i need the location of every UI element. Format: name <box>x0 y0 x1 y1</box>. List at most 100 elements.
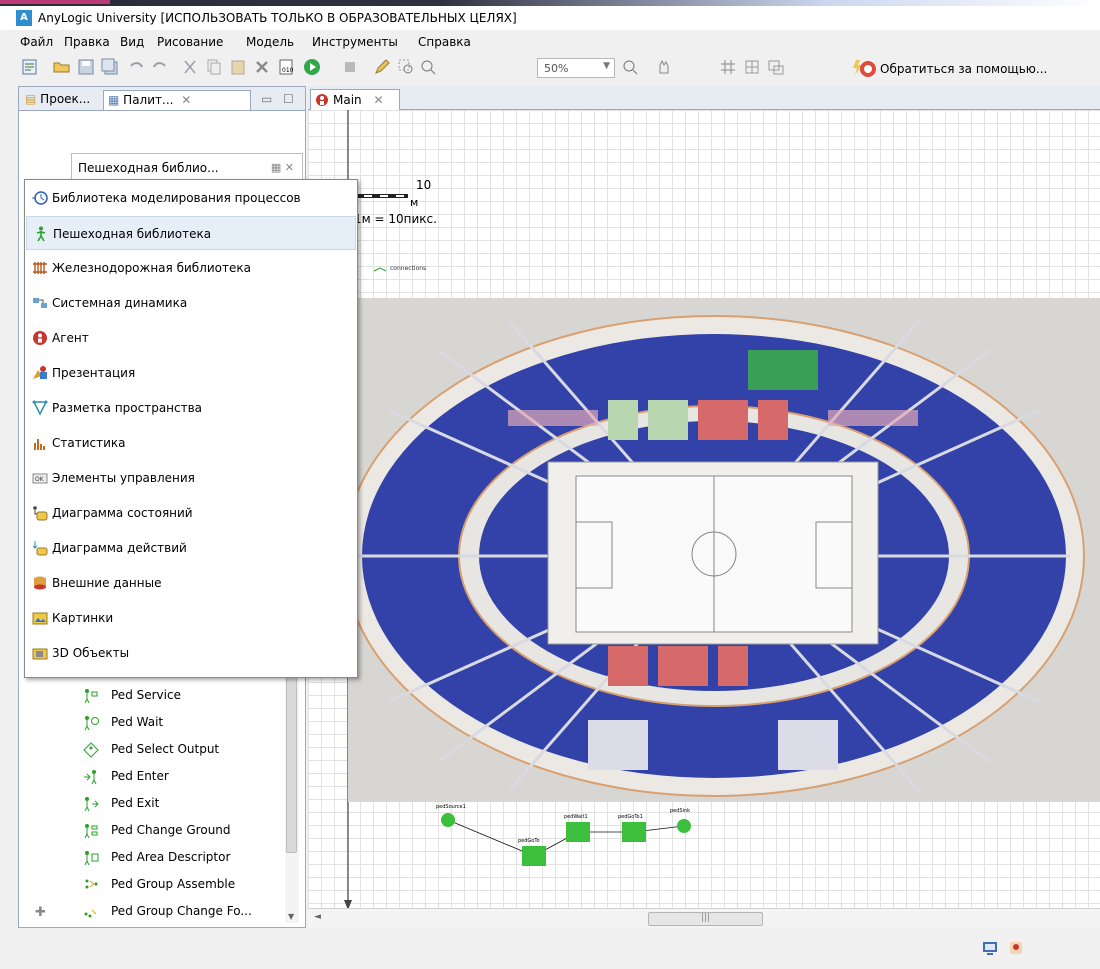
title-accent <box>0 0 110 4</box>
model-canvas[interactable]: connections pedSource1 pedGoTo pedWait1 … <box>308 110 1100 908</box>
save-icon[interactable] <box>76 57 96 77</box>
canvas-drawing: connections pedSource1 pedGoTo pedWait1 … <box>343 110 1100 908</box>
menu-model[interactable]: Модель <box>246 35 294 49</box>
palette-scroll-thumb[interactable] <box>286 673 297 853</box>
close-icon[interactable]: ✕ <box>181 93 191 107</box>
menu-draw[interactable]: Рисование <box>157 35 223 49</box>
palette-item-label: Ped Group Assemble <box>111 877 236 891</box>
scroll-down-icon[interactable]: ▼ <box>288 912 294 921</box>
ped-change-ground-icon <box>84 824 98 839</box>
menu-item-action-chart[interactable]: Диаграмма действий <box>26 531 356 565</box>
ped-service-icon <box>84 689 98 704</box>
menu-item-agent[interactable]: Агент <box>26 321 356 355</box>
run-icon[interactable] <box>302 57 322 77</box>
agent-status-icon[interactable] <box>1008 940 1024 956</box>
open-icon[interactable] <box>52 57 72 77</box>
layers-icon[interactable] <box>742 57 762 77</box>
undo-icon[interactable] <box>126 57 146 77</box>
menu-item-3d-objects[interactable]: 3D Объекты <box>26 636 356 670</box>
system-dynamics-icon <box>33 298 47 308</box>
window-layout-icon[interactable] <box>766 57 786 77</box>
menu-view[interactable]: Вид <box>120 35 144 49</box>
grid-icon[interactable] <box>718 57 738 77</box>
node-label: pedGoTo <box>518 838 540 844</box>
menu-item-pictures[interactable]: Картинки <box>26 601 356 635</box>
palette-view-close-icons[interactable]: ▦ ✕ <box>271 161 294 174</box>
menu-item-space-markup[interactable]: Разметка пространства <box>26 391 356 425</box>
menu-tools[interactable]: Инструменты <box>312 35 398 49</box>
console-icon[interactable] <box>982 940 998 956</box>
menu-item-statistics[interactable]: Статистика <box>26 426 356 460</box>
controls-icon: OK <box>32 473 48 484</box>
editor-area: Main ✕ connections pedSource1 pedGoTo pe… <box>308 86 1100 928</box>
anylogic-logo-icon: A <box>16 10 32 26</box>
delete-icon[interactable] <box>252 57 272 77</box>
copy-icon[interactable] <box>204 57 224 77</box>
canvas-scroll-thumb[interactable]: ||| <box>648 912 763 926</box>
zoom-in-icon[interactable] <box>620 57 640 77</box>
chevron-down-icon: ▼ <box>603 61 610 71</box>
menu-item-label: Диаграмма состояний <box>52 506 193 520</box>
close-icon[interactable]: ✕ <box>373 93 383 107</box>
build-icon[interactable]: 010 <box>276 57 296 77</box>
menu-item-pedestrian-library[interactable]: Пешеходная библиотека <box>26 216 356 250</box>
minimize-icon[interactable]: ▭ <box>257 90 276 110</box>
menu-help[interactable]: Справка <box>418 35 471 49</box>
stop-icon[interactable] <box>340 57 360 77</box>
connections-label[interactable]: connections <box>390 265 426 272</box>
ped-area-descriptor-icon <box>84 851 99 866</box>
new-model-icon[interactable] <box>20 57 40 77</box>
save-all-icon[interactable] <box>100 57 120 77</box>
3d-objects-icon <box>32 648 48 660</box>
menu-item-label: Диаграмма действий <box>52 541 187 555</box>
menu-item-process-library[interactable]: Библиотека моделирования процессов <box>26 181 356 215</box>
node-label: pedSink <box>670 808 690 814</box>
tab-palette[interactable]: ▦ Палит... ✕ <box>103 90 251 110</box>
menu-item-statechart[interactable]: Диаграмма состояний <box>26 496 356 530</box>
external-data-icon <box>34 576 46 590</box>
scroll-left-icon[interactable]: ◄ <box>314 912 321 922</box>
pedestrian-icon <box>36 226 46 242</box>
menu-item-controls[interactable]: OK Элементы управления <box>26 461 356 495</box>
menu-item-rail-library[interactable]: Железнодорожная библиотека <box>26 251 356 285</box>
lifebuoy-icon <box>860 61 876 77</box>
menu-item-presentation[interactable]: Презентация <box>26 356 356 390</box>
rail-icon <box>33 262 47 274</box>
tab-main[interactable]: Main ✕ <box>310 89 400 110</box>
palette-item-label: Ped Change Ground <box>111 823 231 837</box>
menu-file[interactable]: Файл <box>20 35 53 49</box>
zoom-select[interactable]: 50% ▼ <box>537 58 615 78</box>
ped-source-node[interactable] <box>441 813 455 827</box>
palette-item-label: Ped Group Change Fo... <box>111 904 252 918</box>
menu-edit[interactable]: Правка <box>64 35 110 49</box>
menu-item-external-data[interactable]: Внешние данные <box>26 566 356 600</box>
palette-scrollbar[interactable]: ▼ <box>285 673 299 923</box>
ped-sink-node[interactable] <box>677 819 691 833</box>
hand-tool-icon[interactable] <box>654 57 674 77</box>
ped-goto-node[interactable] <box>522 846 546 866</box>
ped-goto1-node[interactable] <box>622 822 646 842</box>
zoom-out-icon[interactable] <box>418 57 438 77</box>
presentation-icon <box>33 366 47 379</box>
menu-item-system-dynamics[interactable]: Системная динамика <box>26 286 356 320</box>
zoom-area-icon[interactable] <box>396 57 416 77</box>
ped-wait-node[interactable] <box>566 822 590 842</box>
ped-exit-icon <box>84 797 99 812</box>
palette-item-label: Ped Service <box>111 688 181 702</box>
menu-item-label: Железнодорожная библиотека <box>52 261 251 275</box>
palette-item-label: Ped Exit <box>111 796 160 810</box>
redo-icon[interactable] <box>150 57 170 77</box>
maximize-icon[interactable]: ☐ <box>279 90 298 110</box>
canvas-scrollbar[interactable]: ◄ ||| <box>308 908 1100 928</box>
help-button[interactable]: Обратиться за помощью... <box>860 61 1047 77</box>
pencil-icon[interactable] <box>372 57 392 77</box>
scale-value: 10 <box>416 178 432 192</box>
projects-icon: ▤ <box>25 92 37 106</box>
cut-icon[interactable] <box>180 57 200 77</box>
add-palette-icon[interactable]: ✚ <box>35 905 46 920</box>
process-icon <box>32 191 48 205</box>
tab-projects[interactable]: ▤ Проек... <box>21 90 94 110</box>
menu-item-label: Системная динамика <box>52 296 188 310</box>
menu-item-label: Картинки <box>52 611 114 625</box>
paste-icon[interactable] <box>228 57 248 77</box>
